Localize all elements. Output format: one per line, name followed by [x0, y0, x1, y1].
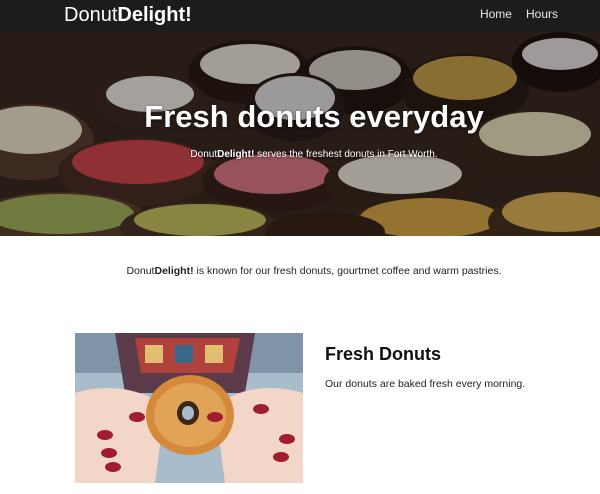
feature-title: Fresh Donuts — [325, 344, 442, 364]
hero-banner: Fresh donuts everyday DonutDelight! serv… — [0, 32, 600, 236]
intro-body: is known for our fresh donuts, gourtmet … — [196, 265, 502, 277]
hero-subtitle-text: serves the freshest donuts in Fort Worth… — [257, 149, 438, 160]
nav-link-hours[interactable]: Hours — [526, 6, 558, 22]
nav-link-home[interactable]: Home — [480, 6, 512, 22]
hero-subtitle-brand-bold: Delight! — [217, 149, 255, 160]
top-navbar: DonutDelight! Home Hours — [0, 0, 600, 32]
brand-bold: Delight! — [117, 4, 192, 26]
intro-brand-bold: Delight! — [154, 265, 194, 277]
intro-brand-prefix: Donut — [126, 265, 155, 277]
nav-links: Home Hours — [480, 6, 558, 22]
donut-feature-image — [75, 333, 303, 483]
hero-subtitle-brand-prefix: Donut — [190, 149, 218, 160]
intro-text: DonutDelight! is known for our fresh don… — [0, 264, 600, 278]
hero-subtitle: DonutDelight! serves the freshest donuts… — [0, 148, 600, 162]
hero-title: Fresh donuts everyday — [144, 99, 484, 134]
brand-logo[interactable]: DonutDelight! — [64, 3, 192, 27]
brand-prefix: Donut — [64, 4, 118, 26]
feature-text: Our donuts are baked fresh every morning… — [325, 378, 526, 390]
hands-holding-donut-image — [75, 333, 303, 483]
